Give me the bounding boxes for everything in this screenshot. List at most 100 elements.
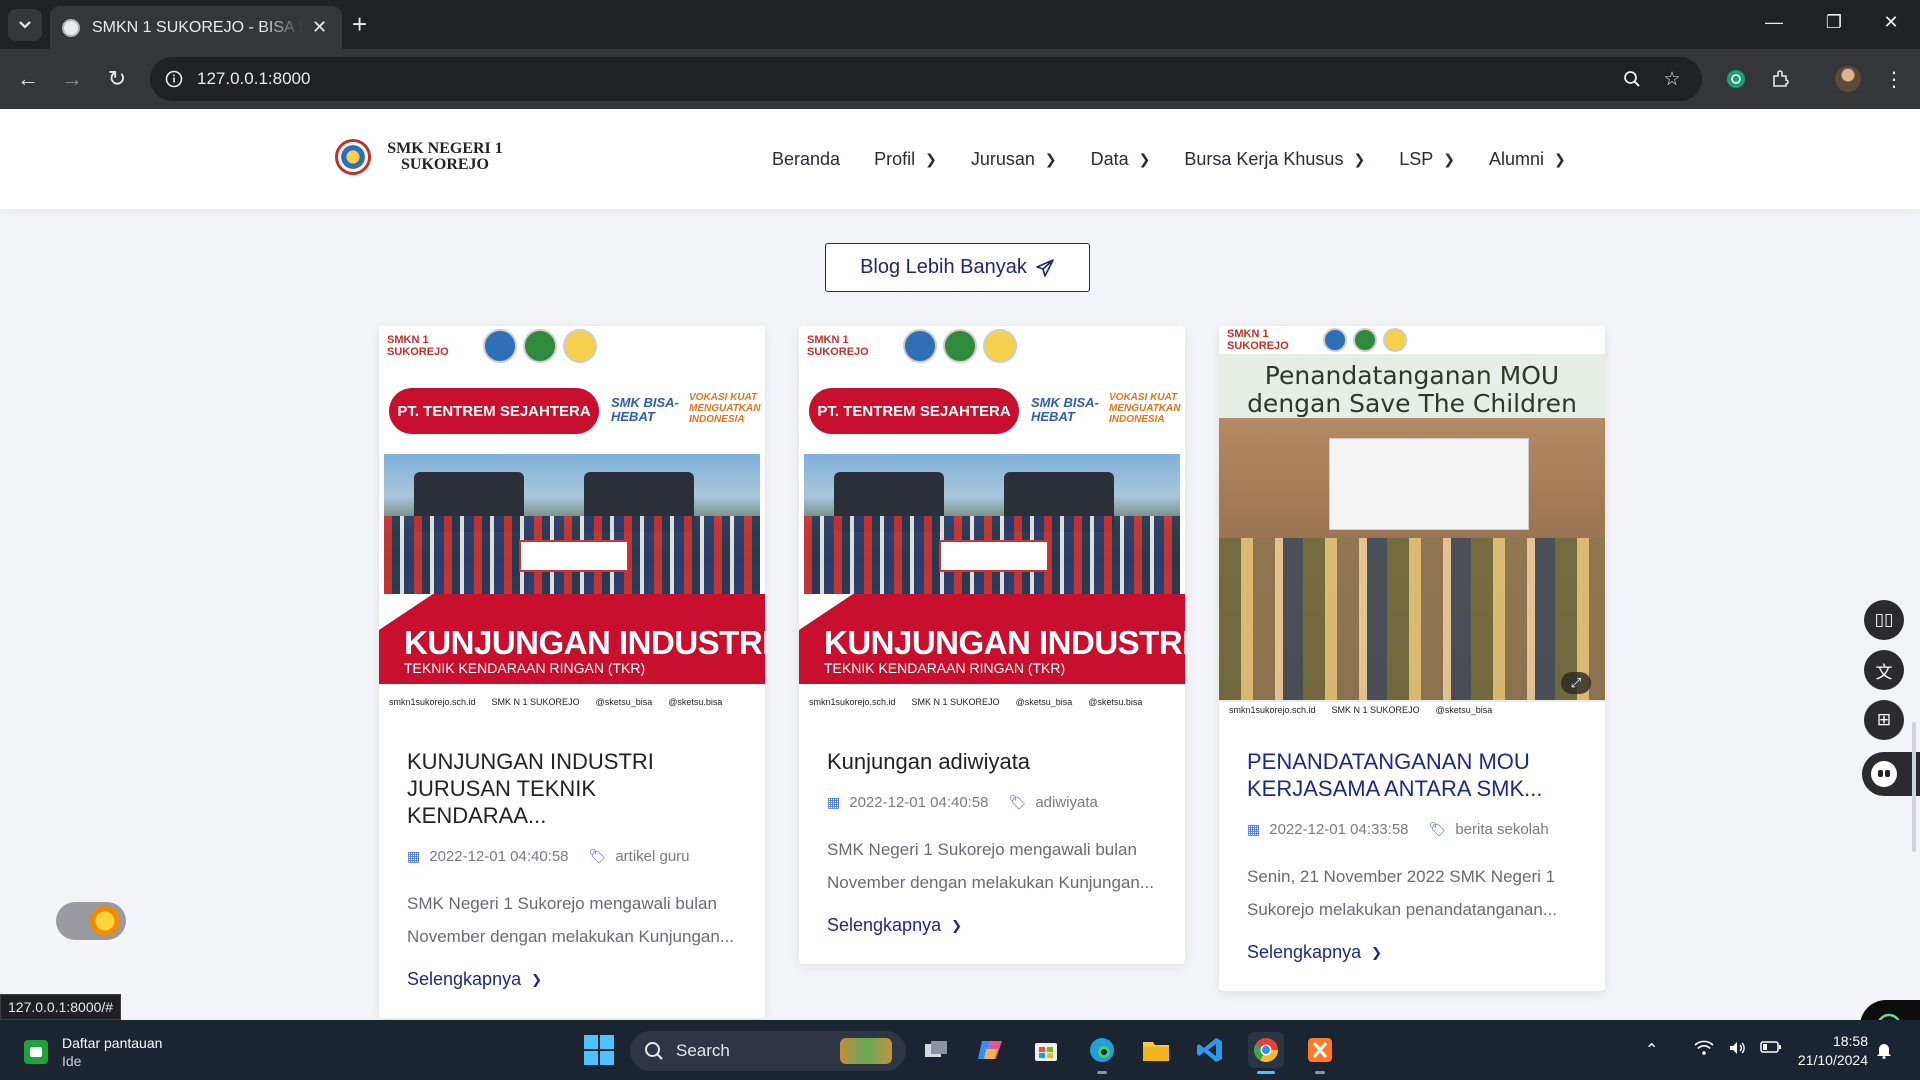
gpt-assistant-button[interactable] bbox=[1860, 1000, 1920, 1020]
reload-icon[interactable]: ↻ bbox=[101, 63, 133, 95]
back-icon[interactable]: ← bbox=[12, 63, 44, 95]
nav-item-lsp[interactable]: LSP ❯ bbox=[1399, 149, 1455, 170]
blog-card-image[interactable]: SMKN 1 SUKOREJO PT. TENTREM SEJAHTERA SM… bbox=[379, 326, 765, 718]
stocks-widget[interactable]: Daftar pantauan Ide bbox=[24, 1034, 162, 1070]
zoom-icon[interactable] bbox=[1620, 67, 1644, 91]
browser-tabstrip: SMKN 1 SUKOREJO - BISA SUKSES ✕ + — ❐ ✕ bbox=[0, 0, 1920, 49]
smk-badge: SMK BISA-HEBAT bbox=[611, 395, 679, 424]
forward-icon[interactable]: → bbox=[56, 63, 88, 95]
read-more-link[interactable]: Selengkapnya ❯ bbox=[407, 969, 737, 990]
blog-card-image[interactable]: SMKN 1 SUKOREJO Penandatanganan MOU deng… bbox=[1219, 326, 1605, 718]
file-explorer-icon[interactable] bbox=[1138, 1032, 1174, 1068]
chevron-right-icon: ❯ bbox=[1044, 151, 1057, 167]
clock-date: 21/10/2024 bbox=[1797, 1052, 1868, 1068]
status-bar-url: 127.0.0.1:8000/# bbox=[0, 994, 122, 1020]
taskbar-search[interactable]: Search bbox=[630, 1031, 906, 1071]
window-close-icon[interactable]: ✕ bbox=[1879, 12, 1903, 33]
blog-card-title[interactable]: KUNJUNGAN INDUSTRI JURUSAN TEKNIK KENDAR… bbox=[407, 748, 737, 829]
nav-item-beranda[interactable]: Beranda bbox=[772, 149, 840, 170]
blog-card: SMKN 1 SUKOREJO PT. TENTREM SEJAHTERA SM… bbox=[799, 326, 1185, 964]
volume-icon[interactable] bbox=[1728, 1040, 1746, 1061]
close-icon[interactable]: ✕ bbox=[312, 17, 327, 38]
site-logo[interactable]: SMK NEGERI 1 SUKOREJO bbox=[335, 139, 513, 175]
school-emblem-icon bbox=[335, 139, 371, 175]
tab-search-button[interactable] bbox=[8, 9, 42, 41]
chevron-right-icon: ❯ bbox=[1353, 151, 1366, 167]
task-view-icon[interactable] bbox=[918, 1032, 954, 1068]
browser-tab-active[interactable]: SMKN 1 SUKOREJO - BISA SUKSES ✕ bbox=[50, 6, 342, 49]
calendar-icon: ▦ bbox=[827, 794, 841, 810]
microsoft-store-icon[interactable] bbox=[1028, 1032, 1064, 1068]
profile-avatar[interactable] bbox=[1832, 63, 1864, 95]
sidebar-scroll-track[interactable] bbox=[1912, 722, 1916, 852]
chevron-right-icon: ❯ bbox=[925, 151, 937, 167]
blog-card-category[interactable]: adiwiyata bbox=[1035, 794, 1098, 811]
apps-grid-icon[interactable]: ⊞ bbox=[1864, 700, 1904, 740]
blog-card-date: 2022-12-01 04:33:58 bbox=[1269, 821, 1409, 838]
blog-card: SMKN 1 SUKOREJO Penandatanganan MOU deng… bbox=[1219, 326, 1605, 991]
tut-wuri-logo-icon bbox=[483, 329, 517, 363]
blog-card-meta: ▦ 2022-12-01 04:33:58 🏷 berita sekolah bbox=[1247, 821, 1577, 838]
nav-item-bursa-kerja-khusus[interactable]: Bursa Kerja Khusus ❯ bbox=[1184, 149, 1365, 170]
extension-gpt-icon[interactable] bbox=[1720, 63, 1752, 95]
blog-more-button[interactable]: Blog Lebih Banyak bbox=[825, 243, 1090, 292]
poster-social-web: smkn1sukorejo.sch.id bbox=[389, 697, 476, 707]
translate-icon[interactable]: 文 bbox=[1864, 650, 1904, 690]
blog-card-image[interactable]: SMKN 1 SUKOREJO PT. TENTREM SEJAHTERA SM… bbox=[799, 326, 1185, 718]
blog-card-category[interactable]: berita sekolah bbox=[1455, 821, 1548, 838]
restore-icon[interactable]: ❐ bbox=[1822, 12, 1846, 33]
poster-social-instagram: @sketsu_bisa bbox=[1435, 705, 1493, 715]
nav-item-alumni[interactable]: Alumni ❯ bbox=[1489, 149, 1566, 170]
wifi-icon[interactable] bbox=[1694, 1040, 1714, 1061]
site-header: SMK NEGERI 1 SUKOREJO Beranda Profil ❯ Juru… bbox=[0, 109, 1920, 209]
provincial-logo-icon bbox=[1353, 328, 1377, 352]
poster-social-strip: smkn1sukorejo.sch.id SMK N 1 SUKOREJO @s… bbox=[379, 686, 765, 718]
copilot-icon[interactable] bbox=[972, 1032, 1008, 1068]
expand-image-icon[interactable]: ⤢ bbox=[1561, 672, 1591, 694]
vscode-icon[interactable] bbox=[1192, 1032, 1228, 1068]
poster-header: SMKN 1 SUKOREJO bbox=[1219, 326, 1605, 354]
bookmark-star-icon[interactable]: ☆ bbox=[1660, 67, 1684, 91]
url-text[interactable]: 127.0.0.1:8000 bbox=[197, 69, 310, 89]
tag-icon: 🏷 bbox=[1008, 794, 1027, 810]
new-tab-button[interactable]: + bbox=[352, 11, 367, 37]
poster-social-tiktok: @sketsu.bisa bbox=[1088, 697, 1143, 707]
school-emblem-icon bbox=[1383, 328, 1407, 352]
reader-mode-icon[interactable]: ▯▯ bbox=[1864, 600, 1904, 640]
address-bar[interactable]: 127.0.0.1:8000 ☆ bbox=[150, 57, 1702, 101]
chevron-right-icon: ❯ bbox=[531, 971, 542, 987]
theme-toggle[interactable] bbox=[56, 902, 126, 940]
read-more-link[interactable]: Selengkapnya ❯ bbox=[827, 915, 1157, 936]
edge-browser-icon[interactable] bbox=[1084, 1032, 1120, 1074]
read-more-link[interactable]: Selengkapnya ❯ bbox=[1247, 942, 1577, 963]
group-photo bbox=[804, 454, 1180, 594]
poster-social-strip: smkn1sukorejo.sch.id SMK N 1 SUKOREJO @s… bbox=[1219, 702, 1605, 718]
nav-item-jurusan[interactable]: Jurusan ❯ bbox=[971, 149, 1057, 170]
nav-item-label: Beranda bbox=[772, 149, 841, 169]
nav-item-data[interactable]: Data ❯ bbox=[1091, 149, 1151, 170]
poster-social-youtube: SMK N 1 SUKOREJO bbox=[1331, 705, 1420, 715]
nav-item-label: Jurusan bbox=[970, 149, 1035, 169]
blog-card-title[interactable]: Kunjungan adiwiyata bbox=[827, 748, 1157, 775]
blog-card-title[interactable]: PENANDATANGANAN MOU KERJASAMA ANTARA SMK… bbox=[1247, 748, 1577, 802]
browser-toolbar: ← → ↻ 127.0.0.1:8000 ☆ ⋮ bbox=[0, 49, 1920, 109]
minimize-icon[interactable]: — bbox=[1762, 12, 1786, 33]
chrome-icon[interactable] bbox=[1248, 1032, 1284, 1074]
blog-card-category[interactable]: artikel guru bbox=[615, 848, 689, 865]
system-tray: ⌃ bbox=[1645, 1040, 1782, 1061]
nav-item-profil[interactable]: Profil ❯ bbox=[874, 149, 937, 170]
chevron-down-icon bbox=[19, 21, 31, 29]
windows-start-icon[interactable] bbox=[584, 1035, 614, 1065]
tag-icon: 🏷 bbox=[588, 848, 607, 864]
system-clock[interactable]: 18:58 21/10/2024 bbox=[1780, 1032, 1868, 1070]
poster-social-web: smkn1sukorejo.sch.id bbox=[809, 697, 896, 707]
tray-overflow-chevron-icon[interactable]: ⌃ bbox=[1645, 1040, 1658, 1061]
poster-social-tiktok: @sketsu.bisa bbox=[668, 697, 723, 707]
blog-card-body: Kunjungan adiwiyata ▦ 2022-12-01 04:40:5… bbox=[799, 718, 1185, 964]
blog-card-date: 2022-12-01 04:40:58 bbox=[429, 848, 569, 865]
browser-menu-icon[interactable]: ⋮ bbox=[1878, 63, 1910, 95]
xampp-icon[interactable] bbox=[1302, 1032, 1338, 1074]
notification-bell-icon[interactable] bbox=[1876, 1041, 1892, 1064]
site-info-icon[interactable] bbox=[162, 67, 186, 91]
extensions-puzzle-icon[interactable] bbox=[1765, 63, 1797, 95]
